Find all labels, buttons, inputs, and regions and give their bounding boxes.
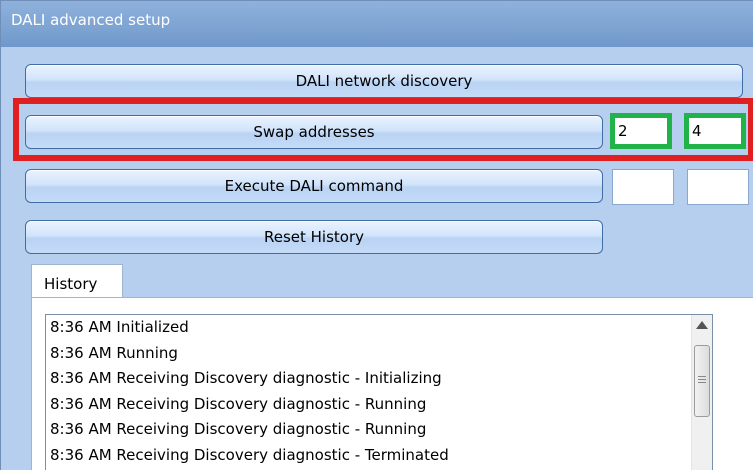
list-item: 8:36 AM Receiving Discovery diagnostic -…	[50, 394, 427, 413]
command-address-field[interactable]	[612, 169, 674, 205]
grip-line	[698, 376, 706, 377]
grip-line	[698, 379, 706, 380]
history-scrollbar[interactable]	[691, 315, 712, 470]
dali-advanced-setup-window: DALI advanced setup DALI network discove…	[0, 0, 753, 470]
execute-dali-command-button[interactable]: Execute DALI command	[25, 169, 603, 203]
list-item: 8:36 AM Receiving Discovery diagnostic -…	[50, 445, 449, 464]
grip-line	[698, 382, 706, 383]
list-item: 8:36 AM Initialized	[50, 318, 189, 336]
history-list[interactable]: 8:36 AM Initialized 8:36 AM Running 8:36…	[45, 314, 713, 470]
swap-addresses-highlight	[13, 98, 753, 161]
tab-history[interactable]: History	[31, 264, 123, 298]
list-item: 8:36 AM Running	[50, 343, 178, 362]
list-item: 8:36 AM Receiving Discovery diagnostic -…	[50, 369, 442, 387]
window-title: DALI advanced setup	[11, 11, 171, 29]
reset-history-button[interactable]: Reset History	[25, 220, 603, 254]
scroll-up-arrow-icon[interactable]	[696, 321, 708, 329]
command-value-field[interactable]	[687, 169, 749, 205]
scrollbar-thumb[interactable]	[694, 345, 710, 417]
dali-network-discovery-button[interactable]: DALI network discovery	[25, 64, 743, 98]
title-bar: DALI advanced setup	[1, 1, 753, 47]
list-item: 8:36 AM Receiving Discovery diagnostic -…	[50, 420, 427, 438]
